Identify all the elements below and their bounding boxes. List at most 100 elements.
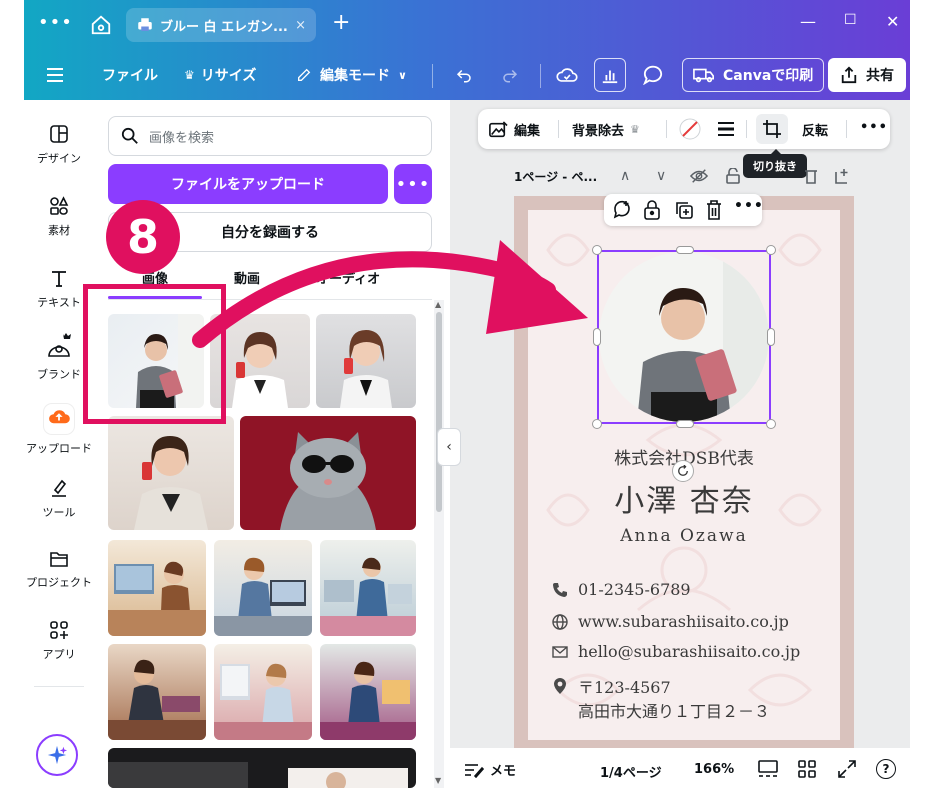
- person-name-jp[interactable]: 小澤 杏奈: [514, 476, 854, 520]
- scroll-down-arrow[interactable]: ▼: [435, 776, 441, 785]
- upload-more-options-button[interactable]: •••: [394, 164, 432, 204]
- menu-bar: ファイル ♛ リサイズ 編集モード ∨ Canvaで印刷 共有: [24, 50, 910, 100]
- magic-sparkle-button[interactable]: [36, 734, 78, 776]
- image-thumbnail[interactable]: [108, 644, 206, 740]
- resize-handle-top-right[interactable]: [766, 245, 776, 255]
- grid-view-button[interactable]: [798, 760, 816, 778]
- rail-item-design[interactable]: デザイン: [24, 124, 94, 166]
- new-tab-button[interactable]: +: [332, 10, 350, 35]
- rail-item-projects[interactable]: プロジェクト: [24, 550, 94, 590]
- step-number-badge: 8: [106, 200, 180, 274]
- more-options-button[interactable]: •••: [860, 120, 888, 135]
- comment-button[interactable]: [642, 58, 664, 92]
- image-thumbnail[interactable]: [320, 644, 416, 740]
- lock-page-icon[interactable]: [726, 167, 740, 188]
- notes-button[interactable]: メモ: [464, 760, 516, 779]
- resize-handle-bottom-right[interactable]: [766, 419, 776, 429]
- resize-handle-bottom-left[interactable]: [592, 419, 602, 429]
- upload-files-button[interactable]: ファイルをアップロード: [108, 164, 388, 204]
- panel-scrollbar-thumb[interactable]: [436, 312, 442, 512]
- element-floating-toolbar: •••: [604, 194, 764, 226]
- file-menu[interactable]: ファイル: [102, 58, 158, 92]
- bg-remove-button[interactable]: 背景除去 ♛: [572, 120, 640, 139]
- element-more-button[interactable]: •••: [734, 198, 764, 214]
- image-thumbnail[interactable]: [108, 748, 416, 788]
- postal-line[interactable]: 〒123-4567: [552, 674, 671, 698]
- add-comment-icon[interactable]: [612, 200, 632, 220]
- person-name-en[interactable]: Anna Ozawa: [514, 526, 854, 546]
- redo-button[interactable]: [500, 58, 520, 92]
- close-window-button[interactable]: ✕: [886, 12, 899, 31]
- edit-image-label: 編集: [514, 124, 541, 139]
- tab-audio[interactable]: オーディオ: [316, 268, 380, 287]
- color-swatch-button[interactable]: [678, 117, 702, 141]
- image-thumbnail[interactable]: [320, 540, 416, 636]
- resize-handle-right[interactable]: [767, 328, 775, 346]
- image-thumbnail[interactable]: [108, 540, 206, 636]
- undo-button[interactable]: [454, 58, 474, 92]
- image-thumbnail[interactable]: [214, 644, 312, 740]
- edit-mode-menu[interactable]: 編集モード ∨: [296, 58, 407, 92]
- crop-button[interactable]: [756, 114, 788, 144]
- phone-line[interactable]: 01-2345-6789: [552, 580, 691, 599]
- canva-print-button[interactable]: Canvaで印刷: [682, 58, 825, 92]
- home-icon[interactable]: [90, 14, 112, 36]
- border-style-button[interactable]: [716, 119, 736, 139]
- resize-handle-bottom[interactable]: [676, 420, 694, 428]
- toolbar-divider: [846, 120, 847, 138]
- image-selection-box[interactable]: [597, 250, 771, 424]
- resize-handle-top[interactable]: [676, 246, 694, 254]
- page-down-button[interactable]: ∨: [656, 168, 666, 184]
- menu-divider: [432, 64, 433, 88]
- expand-icon: [838, 760, 856, 778]
- add-page-icon[interactable]: [834, 168, 850, 188]
- page-count[interactable]: 1/4ページ: [600, 762, 662, 781]
- page-view-icon: [758, 760, 778, 777]
- edit-mode-label: 編集モード: [320, 68, 390, 84]
- maximize-button[interactable]: ☐: [844, 12, 857, 28]
- delete-page-icon[interactable]: [804, 168, 818, 188]
- collapse-panel-button[interactable]: ‹: [437, 428, 461, 466]
- rotate-handle[interactable]: [672, 460, 694, 482]
- resize-handle-left[interactable]: [593, 328, 601, 346]
- globe-icon: [552, 613, 568, 630]
- rail-item-elements[interactable]: 素材: [24, 196, 94, 238]
- search-input[interactable]: 画像を検索: [108, 116, 432, 156]
- website-line[interactable]: www.subarashiisaito.co.jp: [552, 612, 789, 631]
- insights-button[interactable]: [594, 58, 626, 92]
- image-thumbnail[interactable]: [316, 314, 416, 408]
- resize-handle-top-left[interactable]: [592, 245, 602, 255]
- email-line[interactable]: hello@subarashiisaito.co.jp: [552, 642, 800, 661]
- minimize-button[interactable]: —: [800, 12, 816, 31]
- page-view-button[interactable]: [758, 760, 778, 778]
- rail-item-tools[interactable]: ツール: [24, 478, 94, 520]
- image-thumbnail[interactable]: [214, 540, 312, 636]
- resize-menu[interactable]: ♛ リサイズ: [184, 58, 256, 92]
- rail-item-apps[interactable]: アプリ: [24, 620, 94, 662]
- share-button[interactable]: 共有: [828, 58, 906, 92]
- dark-photo-partial: [108, 762, 408, 788]
- zoom-level[interactable]: 166%: [694, 762, 734, 777]
- duplicate-icon[interactable]: [674, 200, 694, 220]
- app-menu-icon[interactable]: •••: [38, 12, 73, 33]
- hide-page-icon[interactable]: [689, 168, 709, 188]
- flip-button[interactable]: 反転: [802, 120, 828, 139]
- lock-icon[interactable]: [644, 200, 660, 220]
- image-thumbnail[interactable]: [108, 416, 234, 530]
- cloud-save-button[interactable]: [556, 58, 578, 92]
- tab-close-icon[interactable]: ×: [295, 18, 306, 33]
- fullscreen-button[interactable]: [838, 760, 856, 778]
- image-thumbnail[interactable]: [240, 416, 416, 530]
- truck-icon: [693, 68, 714, 83]
- document-tab[interactable]: ブルー 白 エレガン... ×: [126, 8, 316, 42]
- edit-image-button[interactable]: 編集: [488, 120, 540, 139]
- help-button[interactable]: ?: [876, 759, 896, 779]
- page-title[interactable]: 1ページ - ペ...: [514, 168, 597, 185]
- hamburger-menu-icon[interactable]: [46, 58, 64, 92]
- undo-icon: [456, 69, 471, 83]
- scroll-up-arrow[interactable]: ▲: [435, 300, 441, 309]
- tab-videos[interactable]: 動画: [234, 268, 260, 287]
- trash-icon[interactable]: [706, 200, 722, 220]
- page-up-button[interactable]: ∧: [620, 168, 630, 184]
- address-line[interactable]: 高田市大通り１丁目２－３: [578, 698, 770, 722]
